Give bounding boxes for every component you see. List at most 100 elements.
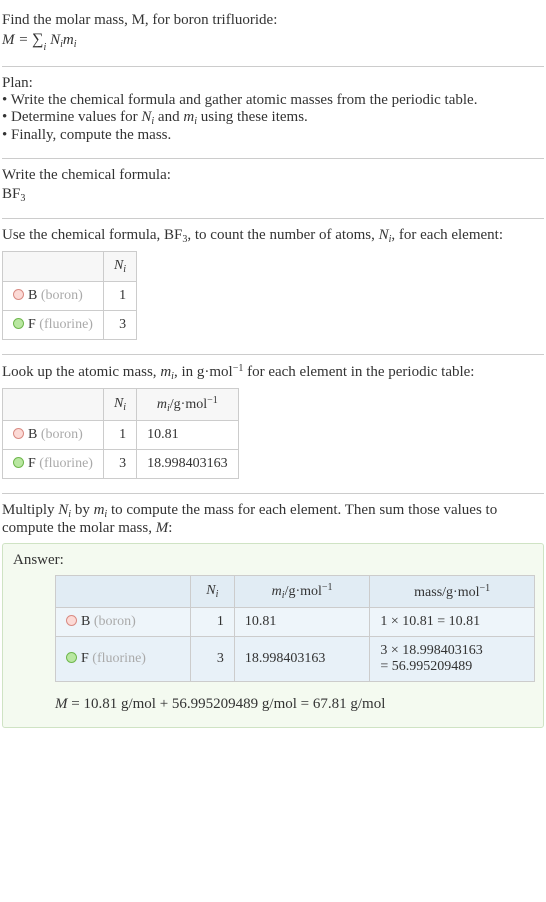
- plan-section: Plan: • Write the chemical formula and g…: [2, 67, 544, 159]
- elem-letter: B: [28, 427, 37, 442]
- atomic-mass-table: Ni mi/g·mol−1 B (boron) 1 10.81 F (fluor…: [2, 388, 239, 479]
- sigma-symbol: ∑: [32, 31, 43, 48]
- var-m: m: [63, 32, 74, 48]
- fluorine-dot-icon: [13, 457, 24, 468]
- count-atoms-table: Ni B (boron) 1 F (fluorine) 3: [2, 251, 137, 340]
- header-Ni: Ni: [190, 576, 234, 608]
- plan-bullet-1: • Write the chemical formula and gather …: [2, 92, 544, 109]
- mass-line1: 3 × 18.998403163: [380, 643, 524, 659]
- table-header-row: Ni mi/g·mol−1: [3, 389, 239, 421]
- elem-letter: B: [81, 614, 90, 629]
- var-mi-2: mi: [160, 364, 174, 380]
- ca-text-a: Use the chemical formula, BF: [2, 227, 182, 243]
- ni-cell: 1: [103, 421, 136, 450]
- mi-cell: 18.998403163: [137, 450, 239, 479]
- mul-a: Multiply: [2, 502, 58, 518]
- var-M-2: M: [156, 520, 169, 536]
- atomic-mass-text: Look up the atomic mass, mi, in g·mol−1 …: [2, 363, 544, 382]
- am-text-b: , in g·mol: [174, 364, 233, 380]
- chem-formula-base: BF: [2, 186, 20, 202]
- header-Ni: Ni: [103, 389, 136, 421]
- mul-d: :: [168, 520, 172, 536]
- atomic-mass-section: Look up the atomic mass, mi, in g·mol−1 …: [2, 355, 544, 494]
- elem-name: (fluorine): [89, 651, 146, 666]
- plan-b2-a: • Determine values for: [2, 109, 141, 125]
- eq-sign: =: [15, 32, 33, 48]
- mass-cell: 1 × 10.81 = 10.81: [370, 608, 535, 637]
- boron-dot-icon: [66, 615, 77, 626]
- am-text-a: Look up the atomic mass,: [2, 364, 160, 380]
- answer-section: Multiply Ni by mi to compute the mass fo…: [2, 494, 544, 742]
- count-atoms-section: Use the chemical formula, BF 3 , to count …: [2, 219, 544, 355]
- chem-formula-value: BF3: [2, 186, 544, 204]
- mass-cell: 3 × 18.998403163 = 56.995209489: [370, 637, 535, 682]
- answer-table: Ni mi/g·mol−1 mass/g·mol−1 B (boron) 1 1…: [55, 575, 535, 682]
- ni-cell: 1: [190, 608, 234, 637]
- final-text: = 10.81 g/mol + 56.995209489 g/mol = 67.…: [68, 696, 386, 712]
- table-row: F (fluorine) 3 18.998403163 3 × 18.99840…: [56, 637, 535, 682]
- table-header-row: Ni mi/g·mol−1 mass/g·mol−1: [56, 576, 535, 608]
- fluorine-dot-icon: [13, 318, 24, 329]
- table-row: B (boron) 1: [3, 282, 137, 311]
- elem-letter: F: [81, 651, 89, 666]
- plan-heading: Plan:: [2, 75, 544, 92]
- plan-b2-c: using these items.: [197, 109, 308, 125]
- var-N: N: [50, 32, 60, 48]
- ni-cell: 3: [190, 637, 234, 682]
- chem-formula-sub: 3: [20, 193, 25, 204]
- elem-letter: B: [28, 288, 37, 303]
- elem-cell-boron: B (boron): [3, 282, 104, 311]
- var-Ni: Ni: [141, 109, 154, 125]
- var-M: M: [2, 32, 15, 48]
- header-mi: mi/g·mol−1: [234, 576, 369, 608]
- plan-b2-b: and: [154, 109, 183, 125]
- count-atoms-text: Use the chemical formula, BF3, to count …: [2, 227, 544, 245]
- ca-text-b: , to count the number of atoms,: [187, 227, 378, 243]
- header-mass: mass/g·mol−1: [370, 576, 535, 608]
- var-mi: mi: [183, 109, 197, 125]
- elem-letter: F: [28, 456, 36, 471]
- elem-cell-fluorine: F (fluorine): [3, 311, 104, 340]
- header-blank: [56, 576, 191, 608]
- header-Ni: Ni: [103, 252, 136, 282]
- molar-mass-formula: M = ∑i Nimi: [2, 31, 544, 52]
- elem-name: (boron): [90, 614, 136, 629]
- answer-box: Answer: Ni mi/g·mol−1 mass/g·mol−1 B (bo…: [2, 543, 544, 728]
- sub-i-2: i: [74, 39, 77, 50]
- table-row: B (boron) 1 10.81: [3, 421, 239, 450]
- elem-letter: F: [28, 317, 36, 332]
- plan-bullet-2: • Determine values for Ni and mi using t…: [2, 109, 544, 127]
- ni-cell: 1: [103, 282, 136, 311]
- elem-name: (fluorine): [36, 317, 93, 332]
- final-result: M = 10.81 g/mol + 56.995209489 g/mol = 6…: [55, 696, 533, 713]
- boron-dot-icon: [13, 428, 24, 439]
- elem-cell-fluorine: F (fluorine): [56, 637, 191, 682]
- ni-cell: 3: [103, 450, 136, 479]
- header-mi: mi/g·mol−1: [137, 389, 239, 421]
- plan-bullet-3: • Finally, compute the mass.: [2, 127, 544, 144]
- mul-b: by: [71, 502, 94, 518]
- ni-cell: 3: [103, 311, 136, 340]
- multiply-text: Multiply Ni by mi to compute the mass fo…: [2, 502, 544, 537]
- elem-cell-boron: B (boron): [3, 421, 104, 450]
- header-blank: [3, 252, 104, 282]
- chem-formula-heading: Write the chemical formula:: [2, 167, 544, 184]
- table-header-row: Ni: [3, 252, 137, 282]
- am-text-c: for each element in the periodic table:: [243, 364, 474, 380]
- mi-cell: 10.81: [137, 421, 239, 450]
- elem-cell-boron: B (boron): [56, 608, 191, 637]
- mass-line2: = 56.995209489: [380, 659, 524, 675]
- intro-text: Find the molar mass, M, for boron triflu…: [2, 12, 544, 29]
- answer-label: Answer:: [13, 552, 533, 569]
- elem-name: (boron): [37, 427, 83, 442]
- intro-section: Find the molar mass, M, for boron triflu…: [2, 4, 544, 67]
- intro-line1: Find the molar mass, M, for boron triflu…: [2, 12, 277, 28]
- am-text-sup: −1: [233, 363, 244, 374]
- mi-cell: 18.998403163: [234, 637, 369, 682]
- fluorine-dot-icon: [66, 652, 77, 663]
- chem-formula-section: Write the chemical formula: BF3: [2, 159, 544, 219]
- var-Ni-2: Ni: [379, 227, 392, 243]
- table-row: F (fluorine) 3 18.998403163: [3, 450, 239, 479]
- elem-name: (fluorine): [36, 456, 93, 471]
- table-row: F (fluorine) 3: [3, 311, 137, 340]
